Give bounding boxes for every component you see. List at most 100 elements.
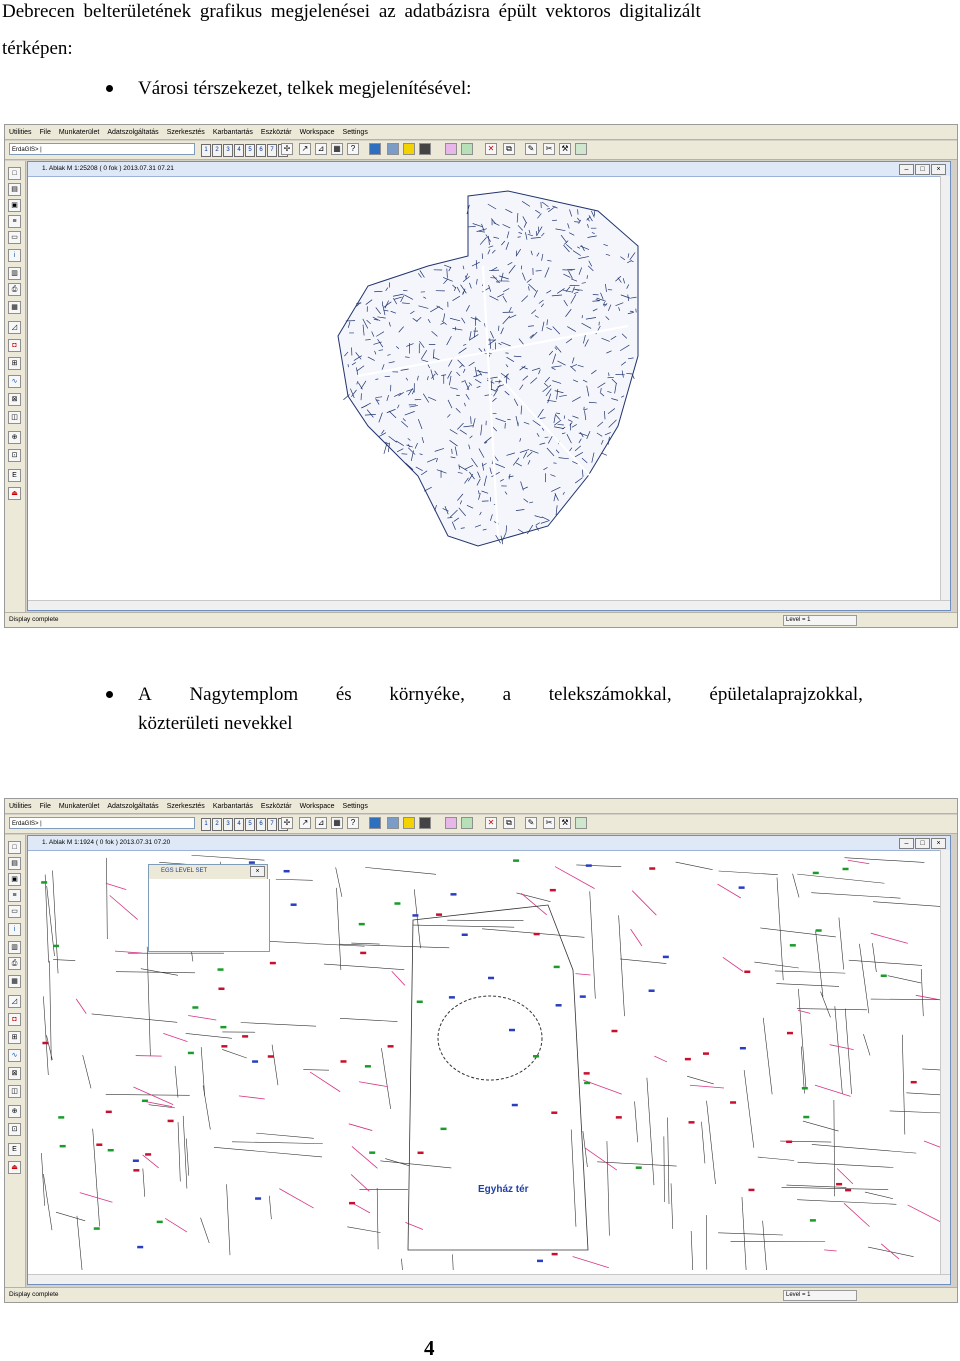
menu-item-settings[interactable]: Settings bbox=[343, 799, 368, 813]
zoom-icon[interactable]: ⊠ bbox=[8, 393, 21, 406]
dialog-close-icon[interactable]: × bbox=[250, 866, 265, 877]
hatch-tool-icon[interactable]: ▦ bbox=[331, 143, 343, 155]
display-icon[interactable] bbox=[419, 817, 431, 829]
print-icon[interactable] bbox=[445, 143, 457, 155]
cut-icon[interactable]: ✂ bbox=[543, 143, 555, 155]
command-input[interactable]: ErdaGIS> | bbox=[9, 817, 195, 829]
marker-icon[interactable]: ◘ bbox=[8, 339, 21, 352]
table-icon[interactable]: ▦ bbox=[8, 301, 21, 314]
menu-item-utilities[interactable]: Utilities bbox=[9, 799, 32, 813]
report-icon[interactable]: ▥ bbox=[8, 267, 21, 280]
menu-item-file[interactable]: File bbox=[40, 125, 51, 139]
slope-icon[interactable]: ◿ bbox=[8, 995, 21, 1008]
view-button-6[interactable]: 6 bbox=[256, 818, 266, 831]
attribute-icon[interactable]: ▭ bbox=[8, 231, 21, 244]
printer-icon[interactable]: ⎙ bbox=[8, 283, 21, 296]
vertical-scrollbar[interactable] bbox=[940, 176, 950, 600]
query-tool-icon[interactable]: ? bbox=[347, 817, 359, 829]
tools-icon[interactable]: ⚒ bbox=[559, 817, 571, 829]
grid-icon[interactable] bbox=[575, 817, 587, 829]
pan-tool-icon[interactable]: ✢ bbox=[281, 817, 293, 829]
menu-item-adatszolgaltatas[interactable]: Adatszolgáltatás bbox=[107, 125, 158, 139]
maximize-icon[interactable]: □ bbox=[915, 838, 930, 849]
delete-icon[interactable]: ✕ bbox=[485, 143, 497, 155]
command-input[interactable]: ErdaGIS> | bbox=[9, 143, 195, 155]
topology-icon[interactable]: ⊡ bbox=[8, 449, 21, 462]
edit-icon[interactable]: ✎ bbox=[525, 143, 537, 155]
tools-icon[interactable]: ⚒ bbox=[559, 143, 571, 155]
network-icon[interactable]: ⊕ bbox=[8, 431, 21, 444]
coords-icon[interactable] bbox=[461, 817, 473, 829]
menu-item-karbantartas[interactable]: Karbantartás bbox=[213, 799, 253, 813]
select-icon[interactable]: □ bbox=[8, 841, 21, 854]
copy-icon[interactable]: ⧉ bbox=[503, 143, 515, 155]
select-icon[interactable]: □ bbox=[8, 167, 21, 180]
vertical-scrollbar[interactable] bbox=[940, 850, 950, 1274]
table-icon[interactable]: ▦ bbox=[8, 975, 21, 988]
layer-icon[interactable] bbox=[369, 143, 381, 155]
menu-item-munkaterulet[interactable]: Munkaterület bbox=[59, 125, 99, 139]
measure-tool-icon[interactable]: ⊿ bbox=[315, 143, 327, 155]
menu-item-eszkoztar[interactable]: Eszköztár bbox=[261, 125, 292, 139]
exit-icon[interactable]: ⏏ bbox=[8, 487, 21, 500]
edit-icon[interactable]: ✎ bbox=[525, 817, 537, 829]
menu-item-eszkoztar[interactable]: Eszköztár bbox=[261, 799, 292, 813]
view-button-4[interactable]: 4 bbox=[234, 144, 244, 157]
close-icon[interactable]: × bbox=[931, 838, 946, 849]
topology-icon[interactable]: ⊡ bbox=[8, 1123, 21, 1136]
horizontal-scrollbar[interactable] bbox=[28, 600, 950, 610]
menu-item-workspace[interactable]: Workspace bbox=[300, 125, 335, 139]
view-button-5[interactable]: 5 bbox=[245, 144, 255, 157]
color-icon[interactable] bbox=[403, 817, 415, 829]
info-icon[interactable]: i bbox=[8, 249, 21, 262]
minimize-icon[interactable]: – bbox=[899, 164, 914, 175]
copy-icon[interactable]: ⧉ bbox=[503, 817, 515, 829]
menu-item-file[interactable]: File bbox=[40, 799, 51, 813]
window-icon[interactable] bbox=[387, 143, 399, 155]
snap-tool-icon[interactable]: ↗ bbox=[299, 817, 311, 829]
attribute-icon[interactable]: ▭ bbox=[8, 905, 21, 918]
grid-icon[interactable] bbox=[575, 143, 587, 155]
slope-icon[interactable]: ◿ bbox=[8, 321, 21, 334]
save-icon[interactable]: ▣ bbox=[8, 873, 21, 886]
menu-item-adatszolgaltatas[interactable]: Adatszolgáltatás bbox=[107, 799, 158, 813]
zoom-icon[interactable]: ⊠ bbox=[8, 1067, 21, 1080]
view-button-2[interactable]: 2 bbox=[212, 144, 222, 157]
marker-icon[interactable]: ◘ bbox=[8, 1013, 21, 1026]
hatch-tool-icon[interactable]: ▦ bbox=[331, 817, 343, 829]
measure-icon[interactable]: ◫ bbox=[8, 411, 21, 424]
grid-tool-icon[interactable]: ⊞ bbox=[8, 1031, 21, 1044]
measure-tool-icon[interactable]: ⊿ bbox=[315, 817, 327, 829]
printer-icon[interactable]: ⎙ bbox=[8, 957, 21, 970]
network-icon[interactable]: ⊕ bbox=[8, 1105, 21, 1118]
maximize-icon[interactable]: □ bbox=[915, 164, 930, 175]
stack-icon[interactable]: ≡ bbox=[8, 215, 21, 228]
city-parcel-map[interactable] bbox=[28, 176, 942, 596]
exit-icon[interactable]: ⏏ bbox=[8, 1161, 21, 1174]
grid-tool-icon[interactable]: ⊞ bbox=[8, 357, 21, 370]
menu-item-karbantartas[interactable]: Karbantartás bbox=[213, 125, 253, 139]
save-icon[interactable]: ▣ bbox=[8, 199, 21, 212]
menu-item-settings[interactable]: Settings bbox=[343, 125, 368, 139]
print-icon[interactable] bbox=[445, 817, 457, 829]
view-button-6[interactable]: 6 bbox=[256, 144, 266, 157]
report-icon[interactable]: ▥ bbox=[8, 941, 21, 954]
polyline-icon[interactable]: ∿ bbox=[8, 1049, 21, 1062]
view-button-2[interactable]: 2 bbox=[212, 818, 222, 831]
menu-item-utilities[interactable]: Utilities bbox=[9, 125, 32, 139]
view-button-7[interactable]: 7 bbox=[267, 818, 277, 831]
view-button-3[interactable]: 3 bbox=[223, 818, 233, 831]
polyline-icon[interactable]: ∿ bbox=[8, 375, 21, 388]
view-button-7[interactable]: 7 bbox=[267, 144, 277, 157]
measure-icon[interactable]: ◫ bbox=[8, 1085, 21, 1098]
open-icon[interactable]: ▤ bbox=[8, 857, 21, 870]
menu-item-szerkesztes[interactable]: Szerkesztés bbox=[167, 799, 205, 813]
menu-item-munkaterulet[interactable]: Munkaterület bbox=[59, 799, 99, 813]
snap-tool-icon[interactable]: ↗ bbox=[299, 143, 311, 155]
window-icon[interactable] bbox=[387, 817, 399, 829]
layer-icon[interactable] bbox=[369, 817, 381, 829]
coords-icon[interactable] bbox=[461, 143, 473, 155]
stack-icon[interactable]: ≡ bbox=[8, 889, 21, 902]
open-icon[interactable]: ▤ bbox=[8, 183, 21, 196]
query-tool-icon[interactable]: ? bbox=[347, 143, 359, 155]
